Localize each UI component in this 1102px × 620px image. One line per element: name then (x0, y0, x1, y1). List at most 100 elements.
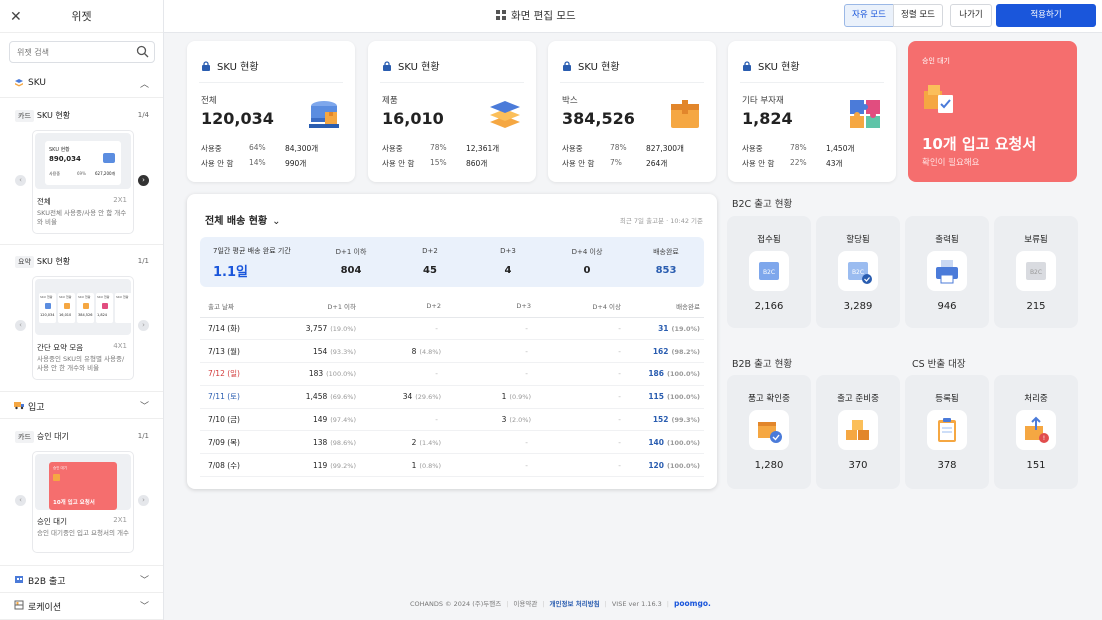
inbound-request-icon (922, 81, 956, 118)
table-cell: 1 (0.9%) (445, 385, 535, 409)
group-header: 요약 SKU 현황 (15, 256, 70, 268)
table-row: 7/08 (수) 119 (99.2%) 1 (0.8%) - -120 (100.0%) (200, 453, 704, 478)
section-location[interactable]: 로케이션 ﹀ (0, 592, 163, 620)
cell-percent: (99.2%) (330, 461, 356, 470)
chevron-down-icon[interactable]: ﹀ (140, 399, 149, 412)
next-arrow-icon[interactable]: › (138, 320, 149, 331)
widget-card[interactable]: SKU 현황 SKU 현황 SKU 현황 SKU 현황 SKU 현황 120,0… (32, 276, 134, 380)
preview-title: 10개 입고 요청서 (53, 500, 95, 506)
prev-arrow-icon[interactable]: ‹ (15, 495, 26, 506)
delivery-title[interactable]: 전체 배송 현황 ⌄ (205, 212, 281, 227)
group-header: 카드 SKU 현황 (15, 110, 70, 122)
preview-label: 승인 대기 (53, 466, 67, 470)
b2c-status-assigned[interactable]: 할당됨 B2C 3,289 (816, 216, 900, 328)
sku-card-label: 제품 (382, 96, 398, 106)
next-arrow-icon[interactable]: › (138, 175, 149, 186)
summary-col-label: D+2 (422, 247, 438, 255)
sku-card-label: 기타 부자재 (742, 96, 784, 106)
approval-subtitle: 확인이 필요해요 (922, 158, 980, 168)
unused-count: 43개 (826, 159, 843, 168)
chevron-down-icon[interactable]: ﹀ (140, 599, 149, 612)
approval-pending-card[interactable]: 승인 대기 10개 입고 요청서 확인이 필요해요 (908, 41, 1077, 182)
table-header-row: 출고 날짜 D+1 이하 D+2 D+3 D+4 이상 배송완료 (200, 296, 704, 318)
pallet-box-icon (307, 98, 341, 133)
b2c-status-received[interactable]: 접수됨 B2C 2,166 (727, 216, 811, 328)
table-cell: 7/11 (토) (200, 385, 295, 409)
summary-col-value: 853 (655, 265, 677, 276)
cell-value: 119 (312, 460, 328, 470)
sku-card-title: SKU 현황 (382, 58, 440, 74)
cs-status-processing[interactable]: 처리중 ! 151 (994, 375, 1078, 489)
cell-percent: (100.0%) (666, 438, 700, 447)
table-cell: 8 (4.8%) (360, 339, 445, 364)
cell-value: 1 (411, 460, 417, 470)
chevron-down-icon[interactable]: ⌄ (272, 216, 280, 227)
table-cell: - (535, 453, 625, 478)
chevron-down-icon[interactable]: ﹀ (140, 573, 149, 586)
table-cell: 162 (98.2%) (625, 339, 704, 364)
status-label: 보류됨 (1024, 235, 1048, 245)
sku-card-material[interactable]: SKU 현황 기타 부자재 1,824 사용중 78% 1,450개 사용 안 함 2… (728, 41, 896, 182)
search-input[interactable] (10, 42, 130, 62)
section-inbound[interactable]: 입고 ﹀ (0, 391, 163, 419)
widget-size: 2X1 (113, 196, 127, 204)
building-icon (14, 574, 24, 587)
delivery-summary: 7일간 평균 배송 완료 기간 1.1일 D+1 이하 804 D+2 45 D… (200, 237, 704, 287)
table-cell: - (360, 408, 445, 432)
search-icon[interactable] (136, 45, 149, 58)
table-cell: - (535, 362, 625, 386)
unused-label: 사용 안 함 (201, 159, 234, 168)
sku-unused-row: 사용 안 함 14% 990개 (201, 158, 306, 169)
apply-button[interactable]: 적용하기 (996, 4, 1096, 27)
widget-size: 4X1 (113, 342, 127, 350)
sku-card-title: SKU 현황 (742, 58, 800, 74)
preview-value: 16,010 (59, 313, 72, 317)
widget-card[interactable]: 승인 대기 10개 입고 요청서 승인 대기 2X1 승인 대기중인 입고 요청… (32, 451, 134, 553)
next-arrow-icon[interactable]: › (138, 495, 149, 506)
group-title: SKU 현황 (36, 257, 71, 266)
cell-value: 7/14 (화) (208, 323, 240, 333)
table-row: 7/10 (금) 149 (97.4%) -3 (2.0%) -152 (99.3%) (200, 408, 704, 432)
column-header: 출고 날짜 (200, 296, 295, 318)
status-value: 2,166 (754, 301, 784, 312)
sku-card-label: 박스 (562, 96, 578, 106)
prev-arrow-icon[interactable]: ‹ (15, 175, 26, 186)
align-mode-button[interactable]: 정렬 모드 (893, 4, 943, 27)
sku-card-box[interactable]: SKU 현황 박스 384,526 사용중 78% 827,300개 사용 안 함 7… (548, 41, 716, 182)
b2c-status-printed[interactable]: 출력됨 946 (905, 216, 989, 328)
sidebar-title: 위젯 (71, 10, 92, 23)
table-cell: 7/13 (월) (200, 339, 295, 364)
status-value: 370 (848, 460, 868, 471)
chevron-up-icon[interactable]: ︿ (140, 77, 149, 90)
cell-value: 31 (658, 323, 669, 333)
table-cell: - (535, 385, 625, 409)
table-row: 7/12 (일) 183 (100.0%) - - -186 (100.0%) (200, 362, 704, 386)
sku-card-product[interactable]: SKU 현황 제품 16,010 사용중 78% 12,361개 사용 안 함 15%… (368, 41, 536, 182)
cell-percent: (19.0%) (330, 324, 356, 333)
widget-card[interactable]: SKU 현황 890,034 사용중 69% 627,200개 전체 2X1 S… (32, 130, 134, 234)
cell-value: 115 (648, 392, 664, 402)
cell-value: - (525, 437, 528, 447)
section-b2b[interactable]: B2B 출고 ﹀ (0, 565, 163, 593)
sku-card-title-text: SKU 현황 (578, 62, 620, 73)
free-mode-button[interactable]: 자유 모드 (844, 4, 894, 27)
b2c-status-hold[interactable]: 보류됨 B2C 215 (994, 216, 1078, 328)
footer-privacy-link[interactable]: 개인정보 처리방침 (550, 600, 600, 608)
b2b-status-preparing[interactable]: 출고 준비중 370 (816, 375, 900, 489)
table-cell: 34 (29.6%) (360, 385, 445, 409)
lock-icon (562, 61, 572, 74)
cell-value: 7/09 (목) (208, 437, 240, 447)
sku-card-value: 120,034 (201, 109, 274, 128)
table-cell: 7/09 (목) (200, 430, 295, 455)
table-cell: 3,757 (19.0%) (295, 317, 360, 341)
sku-card-total[interactable]: SKU 현황 전체 120,034 사용중 64% 84,300개 사용 안 함 14… (187, 41, 355, 182)
footer-terms-link[interactable]: 이용약관 (513, 600, 537, 608)
cell-percent: (2.0%) (509, 416, 531, 425)
grid-icon (496, 10, 506, 20)
prev-arrow-icon[interactable]: ‹ (15, 320, 26, 331)
exit-button[interactable]: 나가기 (950, 4, 992, 27)
cs-status-registered[interactable]: 등록됨 378 (905, 375, 989, 489)
table-cell: 140 (100.0%) (625, 430, 704, 455)
b2b-status-checking[interactable]: 품고 확인중 1,280 (727, 375, 811, 489)
section-sku[interactable]: SKU ︿ (0, 70, 163, 98)
